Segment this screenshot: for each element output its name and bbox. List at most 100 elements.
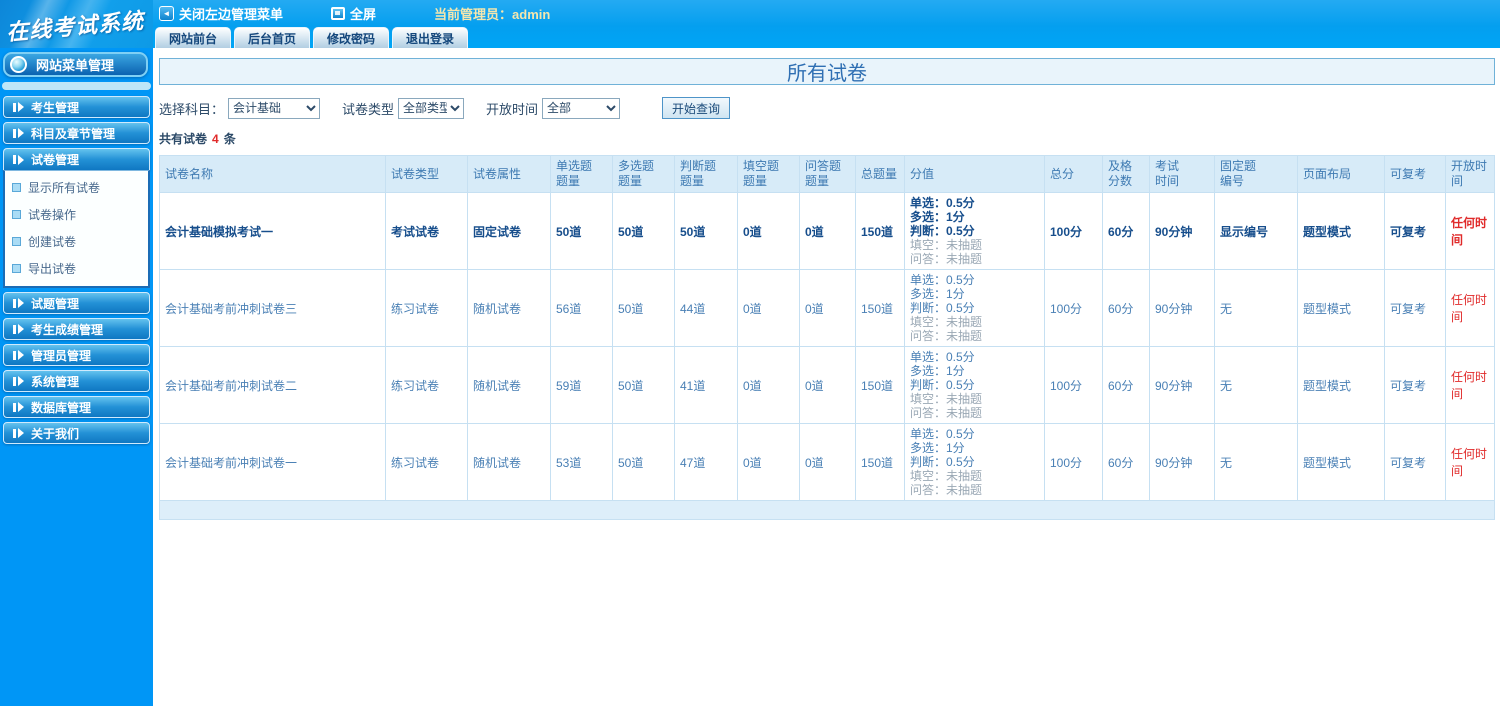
cell-fixed-number: 无 (1214, 423, 1298, 501)
cell-paper-attribute: 随机试卷 (467, 423, 551, 501)
table-row: 会计基础考前冲刺试卷三 练习试卷 随机试卷 56道 50道 44道 0道 0道 … (159, 269, 1495, 347)
square-bullet-icon (12, 210, 21, 219)
cell-retake: 可复考 (1384, 192, 1446, 270)
sidebar-item-label: 数据库管理 (31, 400, 92, 415)
score-line-single: 单选：0.5分 (910, 273, 975, 287)
sidebar-subitem-label: 创建试卷 (28, 235, 77, 249)
col-header-score-values: 分值 (904, 155, 1045, 193)
cell-fixed-number: 无 (1214, 346, 1298, 424)
cell-judge-count: 50道 (674, 192, 738, 270)
cell-judge-count: 44道 (674, 269, 738, 347)
tab-site-front[interactable]: 网站前台 (155, 27, 232, 48)
sidebar-subitem-label: 试卷操作 (28, 208, 77, 222)
cell-retake: 可复考 (1384, 269, 1446, 347)
sidebar-item-admin-management[interactable]: 管理员管理 (3, 344, 150, 366)
score-line-blank: 填空：未抽题 (910, 238, 983, 252)
score-line-judge: 判断：0.5分 (910, 455, 975, 469)
sidebar-item-paper-management[interactable]: 试卷管理 (3, 148, 150, 170)
score-line-qa: 问答：未抽题 (910, 329, 983, 343)
start-query-button[interactable]: 开始查询 (662, 97, 731, 119)
main-content: 所有试卷 选择科目： 会计基础 试卷类型 全部类型 开放时间 全部 开始查询 共… (153, 48, 1500, 706)
col-header-judge-count: 判断题 题量 (674, 155, 738, 193)
cell-paper-name: 会计基础考前冲刺试卷三 (159, 269, 386, 347)
subject-filter-label: 选择科目： (159, 101, 225, 117)
col-header-total-score: 总分 (1044, 155, 1103, 193)
sidebar-item-question-management[interactable]: 试题管理 (3, 292, 150, 314)
cell-page-layout: 题型模式 (1297, 423, 1385, 501)
col-header-open-time: 开放时间 (1445, 155, 1495, 193)
cell-paper-type: 练习试卷 (385, 269, 468, 347)
fullscreen-label: 全屏 (350, 7, 377, 22)
sidebar-item-score-management[interactable]: 考生成绩管理 (3, 318, 150, 340)
cell-multi-choice-count: 50道 (612, 423, 675, 501)
cell-exam-duration: 90分钟 (1149, 346, 1215, 424)
score-line-blank: 填空：未抽题 (910, 469, 983, 483)
menu-arrow-icon (13, 128, 24, 138)
tab-logout[interactable]: 退出登录 (392, 27, 469, 48)
cell-paper-attribute: 随机试卷 (467, 346, 551, 424)
cell-total-count: 150道 (855, 269, 905, 347)
sidebar-item-label: 考生管理 (31, 100, 80, 115)
sidebar-item-label: 系统管理 (31, 374, 80, 389)
table-footer-row (159, 500, 1495, 520)
col-header-exam-duration: 考试 时间 (1149, 155, 1215, 193)
score-line-judge: 判断：0.5分 (910, 378, 975, 392)
paper-type-select[interactable]: 全部类型 (398, 97, 465, 119)
col-header-blank-fill-count: 填空题 题量 (737, 155, 800, 193)
col-header-paper-name: 试卷名称 (159, 155, 386, 193)
cell-score-values: 单选：0.5分 多选：1分 判断：0.5分 填空：未抽题 问答：未抽题 (904, 423, 1045, 501)
col-header-paper-attribute: 试卷属性 (467, 155, 551, 193)
paper-type-filter-label: 试卷类型 (342, 101, 395, 117)
cell-qa-count: 0道 (799, 269, 856, 347)
fullscreen-icon (331, 7, 346, 20)
cell-pass-score: 60分 (1102, 346, 1150, 424)
subject-select[interactable]: 会计基础 (228, 97, 321, 119)
cell-fixed-number: 显示编号 (1214, 192, 1298, 270)
cell-exam-duration: 90分钟 (1149, 423, 1215, 501)
topbar-links: ◄ 关闭左边管理菜单 全屏 当前管理员：admin (153, 0, 1500, 27)
cell-multi-choice-count: 50道 (612, 269, 675, 347)
sidebar-subitem-export-paper[interactable]: 导出试卷 (5, 255, 148, 282)
menu-arrow-icon (13, 298, 24, 308)
sidebar-subitem-paper-operations[interactable]: 试卷操作 (5, 201, 148, 228)
cell-paper-name: 会计基础考前冲刺试卷一 (159, 423, 386, 501)
page-title: 所有试卷 (787, 63, 867, 85)
cell-multi-choice-count: 50道 (612, 346, 675, 424)
cell-single-choice-count: 50道 (550, 192, 613, 270)
collapse-left-menu-button[interactable]: ◄ 关闭左边管理菜单 (159, 4, 283, 23)
open-time-select[interactable]: 全部 (542, 97, 621, 119)
sidebar-item-database-management[interactable]: 数据库管理 (3, 396, 150, 418)
cell-blank-fill-count: 0道 (737, 346, 800, 424)
sidebar-item-system-management[interactable]: 系统管理 (3, 370, 150, 392)
score-line-qa: 问答：未抽题 (910, 406, 983, 420)
cell-page-layout: 题型模式 (1297, 346, 1385, 424)
collapse-left-icon: ◄ (159, 6, 174, 21)
sidebar-item-label: 关于我们 (31, 426, 80, 441)
cell-qa-count: 0道 (799, 423, 856, 501)
score-line-single: 单选：0.5分 (910, 350, 975, 364)
score-line-blank: 填空：未抽题 (910, 392, 983, 406)
col-header-page-layout: 页面布局 (1297, 155, 1385, 193)
score-line-multi: 多选：1分 (910, 210, 965, 224)
cell-pass-score: 60分 (1102, 192, 1150, 270)
cell-blank-fill-count: 0道 (737, 269, 800, 347)
sidebar-submenu-paper-management: 显示所有试卷 试卷操作 创建试卷 导出试卷 (3, 170, 150, 288)
sidebar-item-label: 考生成绩管理 (31, 322, 104, 337)
square-bullet-icon (12, 183, 21, 192)
col-header-total-count: 总题量 (855, 155, 905, 193)
sidebar-subitem-create-paper[interactable]: 创建试卷 (5, 228, 148, 255)
sidebar-item-examinee-management[interactable]: 考生管理 (3, 96, 150, 118)
cell-score-values: 单选：0.5分 多选：1分 判断：0.5分 填空：未抽题 问答：未抽题 (904, 346, 1045, 424)
cell-judge-count: 41道 (674, 346, 738, 424)
sidebar-item-subject-chapter-management[interactable]: 科目及章节管理 (3, 122, 150, 144)
fullscreen-button[interactable]: 全屏 (331, 4, 376, 23)
cell-total-count: 150道 (855, 192, 905, 270)
cell-blank-fill-count: 0道 (737, 423, 800, 501)
sidebar-subitem-show-all-papers[interactable]: 显示所有试卷 (5, 174, 148, 201)
score-line-judge: 判断：0.5分 (910, 301, 975, 315)
sidebar-item-about-us[interactable]: 关于我们 (3, 422, 150, 444)
tab-backend-home[interactable]: 后台首页 (234, 27, 311, 48)
menu-arrow-icon (13, 350, 24, 360)
tab-change-password[interactable]: 修改密码 (313, 27, 390, 48)
cell-single-choice-count: 56道 (550, 269, 613, 347)
